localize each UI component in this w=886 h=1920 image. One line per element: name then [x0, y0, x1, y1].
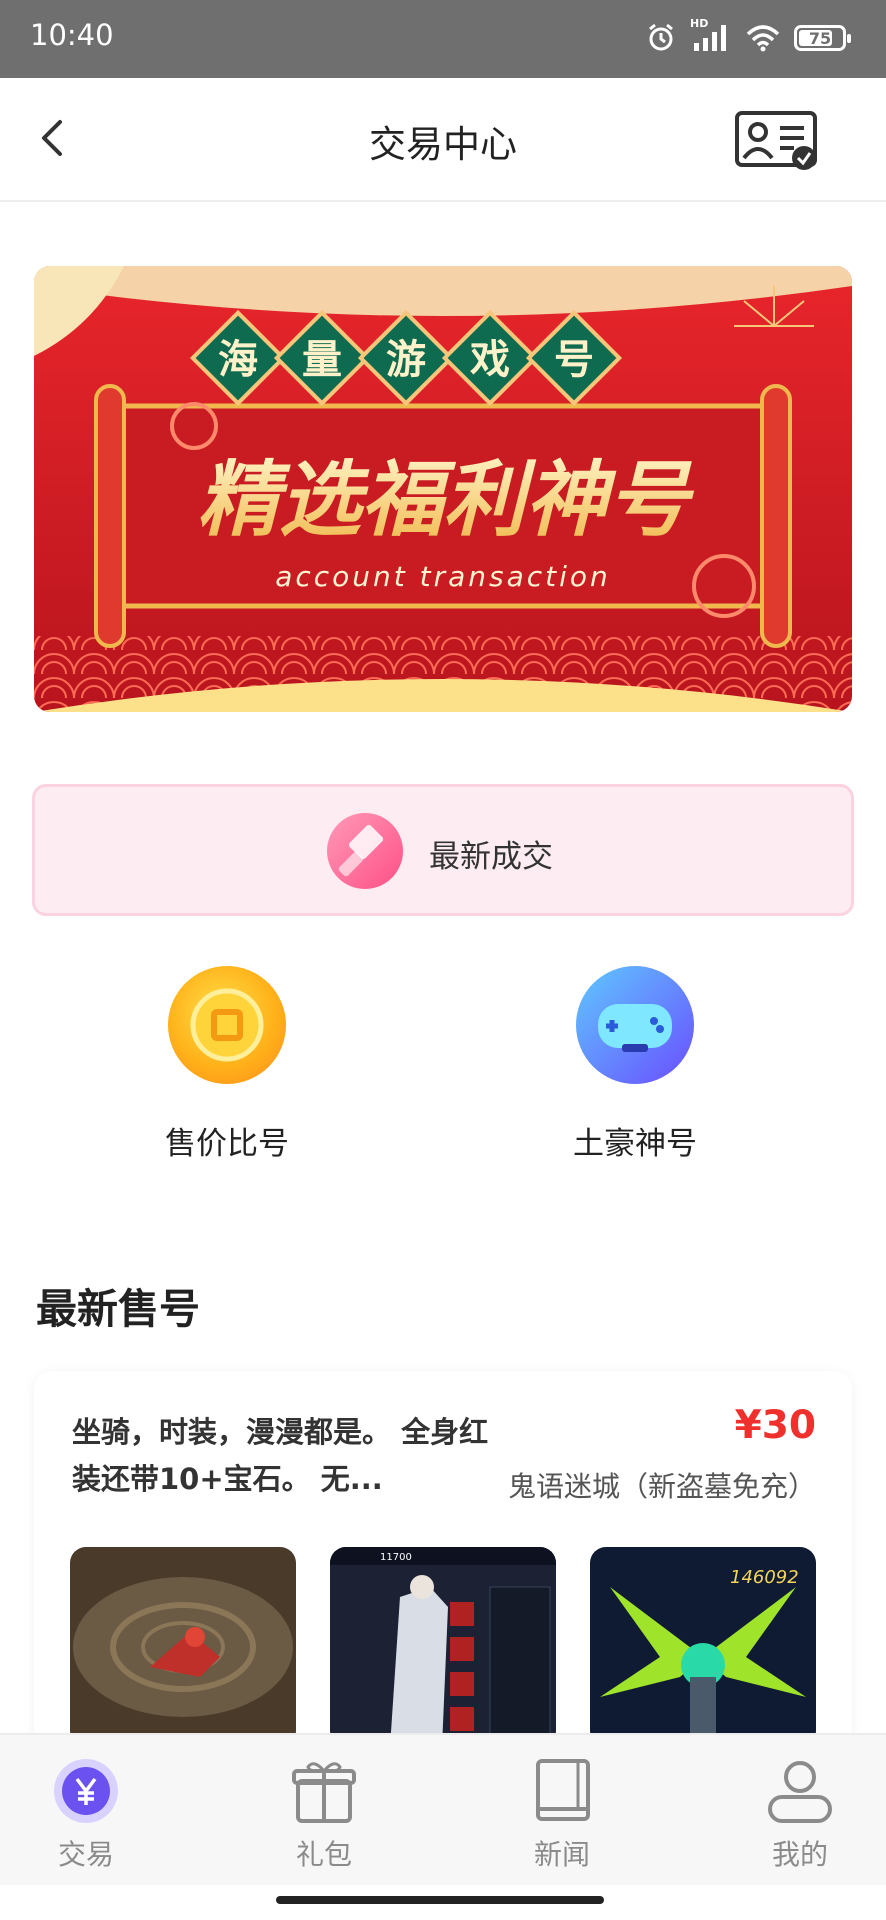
tab-label: 交易	[57, 1838, 114, 1871]
thumbnail-caption: 11700	[380, 1552, 412, 1563]
tab-label: 礼包	[295, 1838, 352, 1871]
banner-badge: 戏	[470, 337, 510, 383]
promo-banner[interactable]: 海 量 游 戏 号 精选福利神号 account transaction	[34, 266, 852, 712]
listing-price: ¥30	[734, 1403, 816, 1448]
listing-description: 坐骑，时装，漫漫都是。 全身红装还带10+宝石。 无...	[72, 1415, 489, 1496]
banner-headline: 精选福利神号	[197, 453, 695, 548]
banner-badge: 号	[554, 337, 594, 383]
listing-thumbnail[interactable]: 146092	[590, 1547, 816, 1747]
status-time: 10:40	[30, 18, 114, 52]
tab-gift[interactable]: 礼包	[244, 1735, 404, 1885]
listing-thumbnail[interactable]	[70, 1547, 296, 1747]
banner-subtitle: account transaction	[275, 560, 611, 593]
gift-icon	[288, 1755, 360, 1827]
alarm-icon	[649, 23, 673, 51]
banner-badge: 量	[302, 337, 342, 383]
battery-icon: 75	[794, 25, 851, 51]
category-label: 土豪神号	[573, 1126, 697, 1162]
category-price-ratio[interactable]: 售价比号	[127, 966, 327, 1163]
category-tycoon[interactable]: 土豪神号	[535, 966, 735, 1163]
banner-badge: 游	[386, 337, 426, 383]
latest-deals-label: 最新成交	[429, 839, 553, 875]
listing-thumbnail[interactable]: 11700	[330, 1547, 556, 1747]
banner-badge: 海	[218, 337, 258, 383]
thumbnail-caption: 146092	[730, 1567, 799, 1588]
category-label: 售价比号	[165, 1126, 289, 1162]
id-card-check-icon	[735, 111, 817, 170]
bottom-nav: 交易 礼包 新闻 我的	[0, 1733, 886, 1885]
gamepad-icon	[576, 966, 694, 1084]
status-bar: 10:40 HD 75	[0, 0, 886, 78]
battery-level: 75	[808, 28, 832, 48]
tab-label: 新闻	[533, 1838, 590, 1871]
status-icons: HD 75	[646, 17, 851, 56]
wifi-icon	[746, 25, 780, 52]
section-title: 最新售号	[36, 1285, 200, 1333]
signal-icon: HD	[690, 17, 732, 53]
listing-game: 鬼语迷城（新盗墓免充）	[507, 1470, 816, 1503]
id-card-button[interactable]	[734, 110, 820, 172]
home-indicator[interactable]	[276, 1896, 604, 1904]
hammer-icon	[327, 813, 403, 889]
tab-mine[interactable]: 我的	[720, 1735, 880, 1885]
tab-label: 我的	[771, 1838, 828, 1871]
coin-icon	[168, 966, 286, 1084]
tab-news[interactable]: 新闻	[482, 1735, 642, 1885]
user-icon	[764, 1755, 836, 1827]
banner-illustration: 海 量 游 戏 号 精选福利神号 account transaction	[34, 266, 852, 712]
latest-deals-button[interactable]: 最新成交	[32, 784, 854, 916]
book-icon	[526, 1755, 598, 1827]
tab-trade[interactable]: 交易	[6, 1735, 166, 1885]
yuan-icon	[50, 1755, 122, 1827]
listing-card[interactable]: 坐骑，时装，漫漫都是。 全身红装还带10+宝石。 无... ¥30 鬼语迷城（新…	[34, 1371, 852, 1791]
app-header: 交易中心	[0, 78, 886, 202]
